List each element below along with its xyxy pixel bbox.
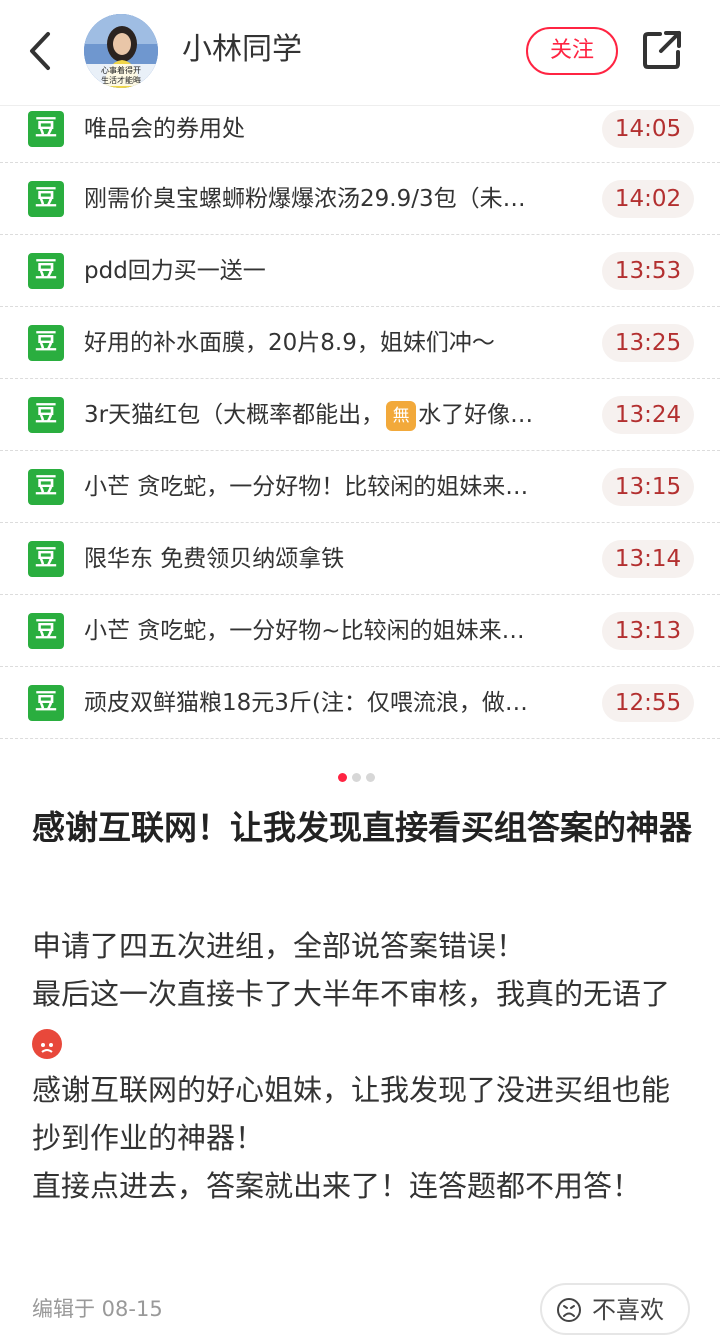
avatar-image: 心事着得开 生活才能晦 (84, 14, 158, 88)
list-item-title: 顽皮双鲜猫粮18元3斤(注：仅喂流浪，做… (84, 690, 528, 716)
list-item[interactable]: 豆 顽皮双鲜猫粮18元3斤(注：仅喂流浪，做… 12:55 (0, 667, 720, 739)
time-badge: 13:25 (602, 324, 694, 362)
avatar[interactable]: 心事着得开 生活才能晦 (84, 14, 158, 88)
list-item-title: pdd回力买一送一 (84, 258, 266, 284)
douban-icon: 豆 (28, 541, 64, 577)
time-badge: 13:13 (602, 612, 694, 650)
douban-icon: 豆 (28, 111, 64, 147)
note-body-text: 最后这一次直接卡了大半年不审核，我真的无语了 (32, 977, 671, 1011)
list-item[interactable]: 豆 小芒 贪吃蛇，一分好物~比较闲的姐妹来… 13:13 (0, 595, 720, 667)
top-bar: 心事着得开 生活才能晦 小林同学 关注 (0, 0, 720, 106)
note-body-line: 感谢互联网的好心姐妹，让我发现了没进买组也能抄到作业的神器！ (32, 1073, 671, 1155)
list-item[interactable]: 豆 小芒 贪吃蛇，一分好物！比较闲的姐妹来… 13:15 (0, 451, 720, 523)
note-body: 申请了四五次进组，全部说答案错误！ 最后这一次直接卡了大半年不审核，我真的无语了… (32, 922, 692, 1210)
time-badge: 13:15 (602, 468, 694, 506)
douban-icon: 豆 (28, 253, 64, 289)
list-item[interactable]: 豆 刚需价臭宝螺蛳粉爆爆浓汤29.9/3包（未… 14:02 (0, 163, 720, 235)
list-item-title-post: 水了好像… (418, 402, 534, 428)
avatar-caption-line2: 生活才能晦 (101, 75, 141, 85)
list-item-title: 小芒 贪吃蛇，一分好物~比较闲的姐妹来… (84, 618, 525, 644)
list-item[interactable]: 豆 pdd回力买一送一 13:53 (0, 235, 720, 307)
list-item[interactable]: 豆 3r天猫红包（大概率都能出，無水了好像… 13:24 (0, 379, 720, 451)
douban-icon: 豆 (28, 397, 64, 433)
back-button[interactable] (22, 30, 62, 72)
list-item[interactable]: 豆 好用的补水面膜，20片8.9，姐妹们冲～ 13:25 (0, 307, 720, 379)
list-item-title: 限华东 免费领贝纳颂拿铁 (84, 546, 345, 572)
share-icon (643, 31, 681, 69)
frown-face-icon (557, 1298, 581, 1322)
list-item-title: 小芒 贪吃蛇，一分好物！比较闲的姐妹来… (84, 474, 529, 500)
list-item-title-pre: 3r天猫红包（大概率都能出， (84, 402, 385, 428)
douban-icon: 豆 (28, 181, 64, 217)
note-title: 感谢互联网！让我发现直接看买组答案的神器 (32, 808, 692, 847)
angry-devil-emoji-icon (32, 1029, 62, 1059)
follow-button[interactable]: 关注 (526, 27, 618, 75)
time-badge: 14:02 (602, 180, 694, 218)
list-item-title: 好用的补水面膜，20片8.9，姐妹们冲～ (84, 330, 495, 356)
note-body-line: 直接点进去，答案就出来了！连答题都不用答！ (32, 1169, 642, 1203)
carousel-dot[interactable] (366, 773, 375, 782)
list-item[interactable]: 豆 限华东 免费领贝纳颂拿铁 13:14 (0, 523, 720, 595)
time-badge: 13:53 (602, 252, 694, 290)
time-badge: 14:05 (602, 110, 694, 148)
douban-icon: 豆 (28, 685, 64, 721)
douban-icon: 豆 (28, 613, 64, 649)
dislike-label: 不喜欢 (592, 1296, 664, 1324)
list-item-title: 刚需价臭宝螺蛳粉爆爆浓汤29.9/3包（未… (84, 186, 526, 212)
edit-info: 编辑于 08-15 (32, 1297, 163, 1321)
douban-icon: 豆 (28, 469, 64, 505)
share-button[interactable] (640, 28, 684, 72)
carousel-dot[interactable] (352, 773, 361, 782)
list-item-title: 唯品会的券用处 (84, 116, 245, 142)
list-item-title: 3r天猫红包（大概率都能出，無水了好像… (84, 397, 594, 433)
list-item[interactable]: 豆 唯品会的券用处 14:05 (0, 107, 720, 163)
author-name[interactable]: 小林同学 (182, 28, 302, 72)
douban-icon: 豆 (28, 325, 64, 361)
time-badge: 13:24 (602, 396, 694, 434)
note-body-line: 最后这一次直接卡了大半年不审核，我真的无语了 (32, 970, 692, 1066)
time-badge: 12:55 (602, 684, 694, 722)
note-body-line: 申请了四五次进组，全部说答案错误！ (32, 929, 526, 963)
avatar-caption-line1: 心事着得开 (101, 65, 141, 75)
carousel-dot-active[interactable] (338, 773, 347, 782)
chevron-left-icon (30, 32, 50, 70)
time-badge: 13:14 (602, 540, 694, 578)
dislike-button[interactable]: 不喜欢 (540, 1283, 690, 1335)
wu-emoji-icon: 無 (386, 400, 417, 431)
carousel-indicator[interactable] (338, 767, 380, 782)
post-list: 豆 唯品会的券用处 14:05 豆 刚需价臭宝螺蛳粉爆爆浓汤29.9/3包（未…… (0, 107, 720, 739)
